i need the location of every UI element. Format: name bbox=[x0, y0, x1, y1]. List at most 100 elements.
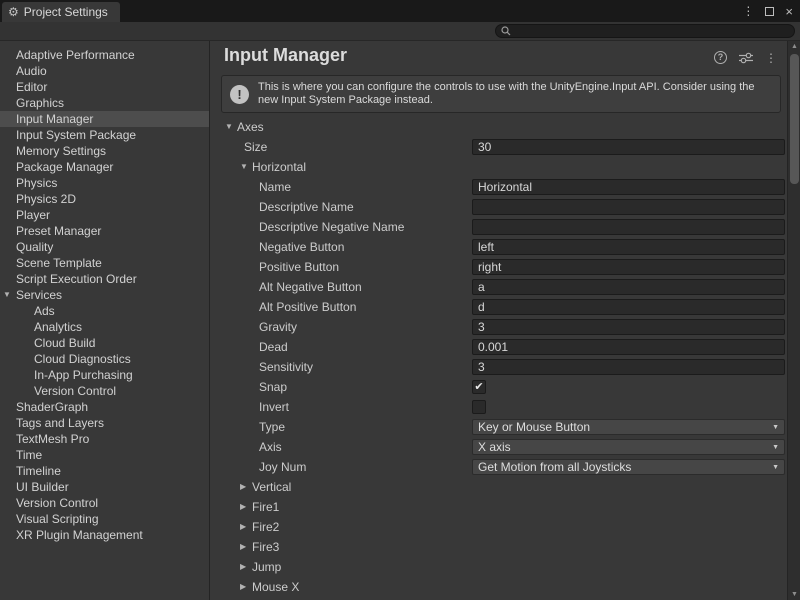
sidebar-item-time[interactable]: Time bbox=[0, 447, 209, 463]
sidebar-item-tags-and-layers[interactable]: Tags and Layers bbox=[0, 415, 209, 431]
sidebar-item-timeline[interactable]: Timeline bbox=[0, 463, 209, 479]
foldout-label[interactable]: Horizontal bbox=[252, 157, 306, 177]
sidebar-item-adaptive-performance[interactable]: Adaptive Performance bbox=[0, 47, 209, 63]
foldout-triangle-icon[interactable]: ▶ bbox=[240, 577, 246, 597]
checkbox-snap[interactable]: ✔ bbox=[472, 380, 486, 394]
sidebar-item-physics[interactable]: Physics bbox=[0, 175, 209, 191]
text-field-alt-positive-button[interactable]: d bbox=[472, 299, 785, 315]
sidebar-item-scene-template[interactable]: Scene Template bbox=[0, 255, 209, 271]
search-icon bbox=[501, 26, 511, 36]
dropdown-joy-num[interactable]: Get Motion from all Joysticks▼ bbox=[472, 459, 785, 475]
sidebar-item-services[interactable]: ▼ Services bbox=[0, 287, 209, 303]
property-row-snap: Snap ✔ bbox=[211, 377, 787, 397]
close-icon[interactable]: × bbox=[785, 5, 793, 18]
sidebar-item-audio[interactable]: Audio bbox=[0, 63, 209, 79]
foldout-label[interactable]: Axes bbox=[237, 117, 264, 137]
property-label: Name bbox=[259, 177, 291, 197]
search-input[interactable] bbox=[495, 24, 795, 38]
text-field-sensitivity[interactable]: 3 bbox=[472, 359, 785, 375]
property-row-name: Name Horizontal bbox=[211, 177, 787, 197]
sidebar-item-label: UI Builder bbox=[16, 480, 69, 494]
sidebar-item-label: Editor bbox=[16, 80, 47, 94]
sidebar-item-label: Package Manager bbox=[16, 160, 113, 174]
sidebar-item-textmesh-pro[interactable]: TextMesh Pro bbox=[0, 431, 209, 447]
foldout-triangle-icon[interactable]: ▶ bbox=[240, 477, 246, 497]
checkbox-invert[interactable] bbox=[472, 400, 486, 414]
sidebar-item-label: Physics 2D bbox=[16, 192, 76, 206]
foldout-label[interactable]: Jump bbox=[252, 557, 281, 577]
gear-icon: ⚙ bbox=[8, 6, 19, 18]
text-field-name[interactable]: Horizontal bbox=[472, 179, 785, 195]
text-field-dead[interactable]: 0.001 bbox=[472, 339, 785, 355]
sidebar-item-editor[interactable]: Editor bbox=[0, 79, 209, 95]
foldout-label[interactable]: Fire3 bbox=[252, 537, 279, 557]
sidebar-item-player[interactable]: Player bbox=[0, 207, 209, 223]
window-controls: ⋮ × bbox=[742, 0, 793, 22]
text-field-descriptive-negative-name[interactable] bbox=[472, 219, 785, 235]
foldout-triangle-icon[interactable]: ▶ bbox=[240, 517, 246, 537]
dropdown-axis[interactable]: X axis▼ bbox=[472, 439, 785, 455]
sidebar-item-visual-scripting[interactable]: Visual Scripting bbox=[0, 511, 209, 527]
sidebar-item-package-manager[interactable]: Package Manager bbox=[0, 159, 209, 175]
dropdown-type[interactable]: Key or Mouse Button▼ bbox=[472, 419, 785, 435]
text-field-gravity[interactable]: 3 bbox=[472, 319, 785, 335]
sidebar-item-version-control[interactable]: Version Control bbox=[0, 383, 209, 399]
sidebar-item-xr-plugin-management[interactable]: XR Plugin Management bbox=[0, 527, 209, 543]
sidebar-item-version-control[interactable]: Version Control bbox=[0, 495, 209, 511]
foldout-triangle-icon[interactable]: ▼ bbox=[3, 287, 11, 303]
sidebar-item-physics-2d[interactable]: Physics 2D bbox=[0, 191, 209, 207]
foldout-triangle-icon[interactable]: ▼ bbox=[225, 117, 233, 137]
foldout-triangle-icon[interactable]: ▶ bbox=[240, 557, 246, 577]
foldout-row-fire2: ▶ Fire2 bbox=[211, 517, 787, 537]
sidebar-item-preset-manager[interactable]: Preset Manager bbox=[0, 223, 209, 239]
sidebar-item-label: TextMesh Pro bbox=[16, 432, 89, 446]
sidebar-item-input-system-package[interactable]: Input System Package bbox=[0, 127, 209, 143]
sidebar-item-label: Tags and Layers bbox=[16, 416, 104, 430]
foldout-row-horizontal: ▼Horizontal bbox=[211, 157, 787, 177]
sidebar-item-in-app-purchasing[interactable]: In-App Purchasing bbox=[0, 367, 209, 383]
text-field-positive-button[interactable]: right bbox=[472, 259, 785, 275]
sidebar-item-shadergraph[interactable]: ShaderGraph bbox=[0, 399, 209, 415]
scroll-down-icon[interactable]: ▼ bbox=[788, 591, 800, 598]
foldout-triangle-icon[interactable]: ▶ bbox=[240, 497, 246, 517]
foldout-label[interactable]: Vertical bbox=[252, 477, 291, 497]
property-label: Snap bbox=[259, 377, 287, 397]
sidebar-item-quality[interactable]: Quality bbox=[0, 239, 209, 255]
foldout-triangle-icon[interactable]: ▶ bbox=[240, 537, 246, 557]
inspector-rows: ▼AxesSize30▼HorizontalNameHorizontalDesc… bbox=[211, 117, 787, 597]
foldout-triangle-icon[interactable]: ▼ bbox=[240, 157, 248, 177]
sidebar-item-ads[interactable]: Ads bbox=[0, 303, 209, 319]
foldout-row-fire1: ▶ Fire1 bbox=[211, 497, 787, 517]
sidebar-item-script-execution-order[interactable]: Script Execution Order bbox=[0, 271, 209, 287]
sidebar-item-cloud-build[interactable]: Cloud Build bbox=[0, 335, 209, 351]
sidebar-item-memory-settings[interactable]: Memory Settings bbox=[0, 143, 209, 159]
panel-menu-icon[interactable]: ⋮ bbox=[765, 52, 777, 64]
sidebar-item-analytics[interactable]: Analytics bbox=[0, 319, 209, 335]
help-icon[interactable]: ? bbox=[714, 51, 727, 64]
scrollbar-thumb[interactable] bbox=[790, 54, 799, 184]
property-row-dead: Dead 0.001 bbox=[211, 337, 787, 357]
presets-icon[interactable] bbox=[739, 52, 753, 64]
property-label: Type bbox=[259, 417, 285, 437]
sidebar-item-label: Adaptive Performance bbox=[16, 48, 135, 62]
sidebar-item-label: Services bbox=[16, 288, 62, 302]
property-label: Dead bbox=[259, 337, 288, 357]
foldout-label[interactable]: Fire1 bbox=[252, 497, 279, 517]
text-field-descriptive-name[interactable] bbox=[472, 199, 785, 215]
sidebar-item-cloud-diagnostics[interactable]: Cloud Diagnostics bbox=[0, 351, 209, 367]
scroll-up-icon[interactable]: ▲ bbox=[788, 43, 800, 50]
vertical-scrollbar[interactable]: ▲ ▼ bbox=[787, 41, 800, 600]
tab-project-settings[interactable]: ⚙ Project Settings bbox=[2, 2, 120, 22]
text-field-size[interactable]: 30 bbox=[472, 139, 785, 155]
sidebar-item-input-manager[interactable]: Input Manager bbox=[0, 111, 209, 127]
maximize-icon[interactable] bbox=[765, 7, 774, 16]
property-row-type: Type Key or Mouse Button▼ bbox=[211, 417, 787, 437]
text-field-alt-negative-button[interactable]: a bbox=[472, 279, 785, 295]
window-menu-icon[interactable]: ⋮ bbox=[742, 5, 754, 17]
text-field-negative-button[interactable]: left bbox=[472, 239, 785, 255]
sidebar-item-ui-builder[interactable]: UI Builder bbox=[0, 479, 209, 495]
foldout-label[interactable]: Fire2 bbox=[252, 517, 279, 537]
sidebar-item-graphics[interactable]: Graphics bbox=[0, 95, 209, 111]
window-tab-bar: ⚙ Project Settings ⋮ × bbox=[0, 0, 800, 22]
foldout-label[interactable]: Mouse X bbox=[252, 577, 299, 597]
